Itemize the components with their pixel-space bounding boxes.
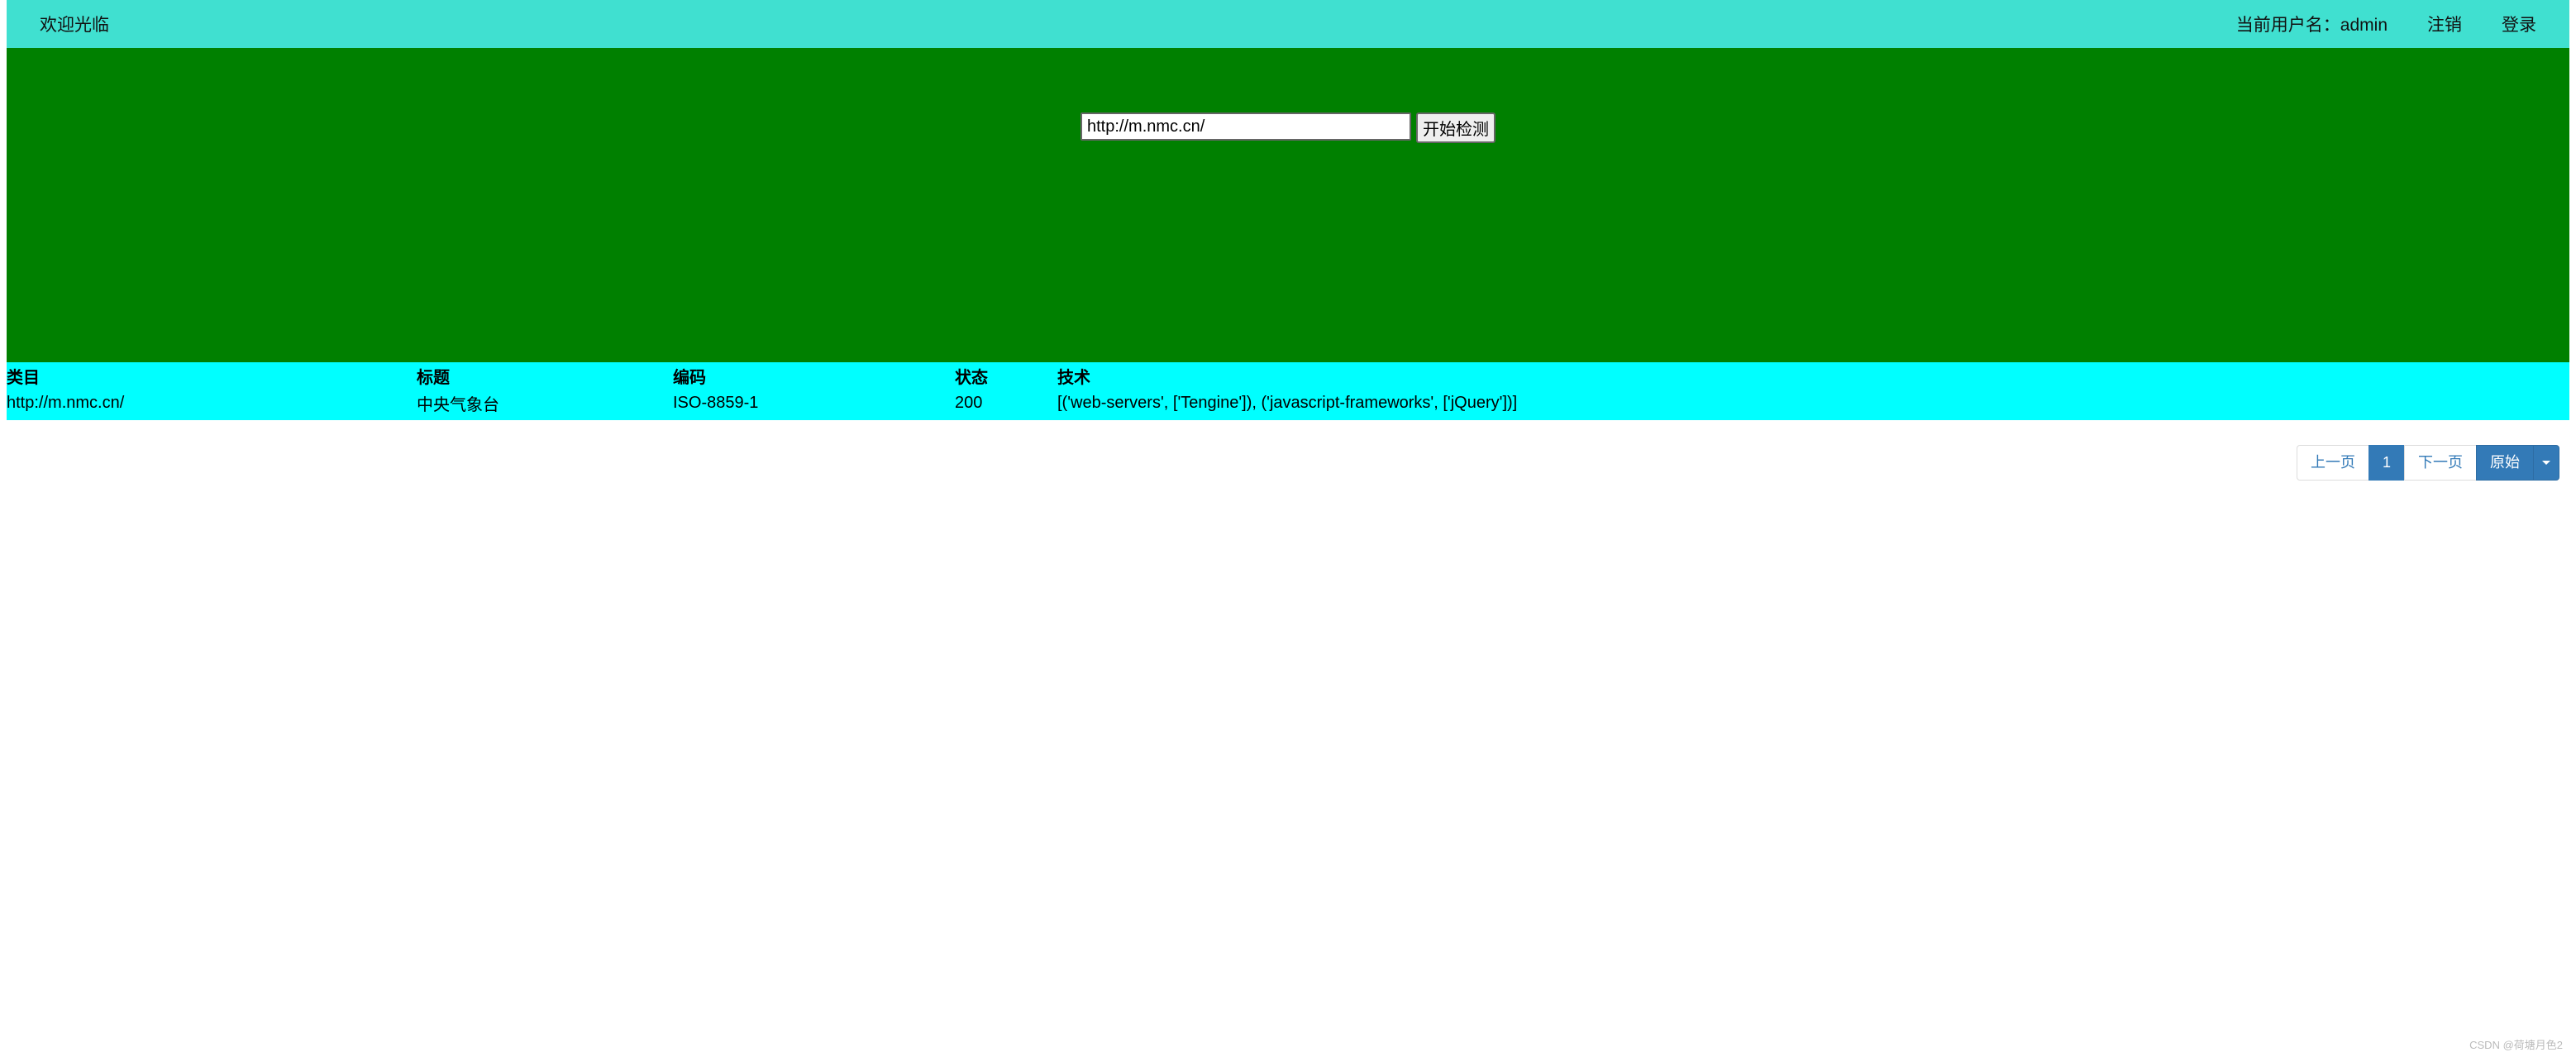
search-group: 开始检测 — [1080, 112, 1496, 143]
cell-status: 200 — [955, 390, 1057, 420]
prev-page-button[interactable]: 上一页 — [2297, 445, 2369, 481]
col-encoding: 编码 — [673, 362, 955, 390]
col-tech: 技术 — [1057, 362, 2569, 390]
cell-tech: [('web-servers', ['Tengine']), ('javascr… — [1057, 390, 2569, 420]
col-status: 状态 — [955, 362, 1057, 390]
url-input[interactable] — [1080, 112, 1411, 141]
col-category: 类目 — [7, 362, 417, 390]
hero-panel: 开始检测 — [7, 48, 2569, 362]
pagination: 上一页 1 下一页 原始 — [2297, 445, 2559, 481]
raw-button[interactable]: 原始 — [2476, 445, 2534, 481]
cell-title: 中央气象台 — [417, 390, 673, 420]
logout-link[interactable]: 注销 — [2427, 12, 2462, 36]
detect-button[interactable]: 开始检测 — [1416, 112, 1496, 143]
cell-category: http://m.nmc.cn/ — [7, 390, 417, 420]
raw-dropdown-toggle[interactable] — [2533, 445, 2559, 481]
top-right-nav: 当前用户名：admin 注销 登录 — [2236, 12, 2536, 36]
table-header-row: 类目 标题 编码 状态 技术 — [7, 362, 2569, 390]
current-user-label: 当前用户名：admin — [2236, 12, 2388, 36]
next-page-button[interactable]: 下一页 — [2404, 445, 2477, 481]
caret-down-icon — [2542, 461, 2550, 465]
page-1-button[interactable]: 1 — [2368, 445, 2405, 481]
table-row: http://m.nmc.cn/ 中央气象台 ISO-8859-1 200 [(… — [7, 390, 2569, 420]
login-link[interactable]: 登录 — [2502, 12, 2536, 36]
top-bar: 欢迎光临 当前用户名：admin 注销 登录 — [7, 0, 2569, 48]
cell-encoding: ISO-8859-1 — [673, 390, 955, 420]
welcome-text: 欢迎光临 — [40, 12, 109, 36]
watermark: CSDN @荷塘月色2 — [2469, 1036, 2563, 1052]
col-title: 标题 — [417, 362, 673, 390]
results-table: 类目 标题 编码 状态 技术 http://m.nmc.cn/ 中央气象台 IS… — [7, 362, 2569, 420]
pagination-wrap: 上一页 1 下一页 原始 — [0, 420, 2576, 481]
